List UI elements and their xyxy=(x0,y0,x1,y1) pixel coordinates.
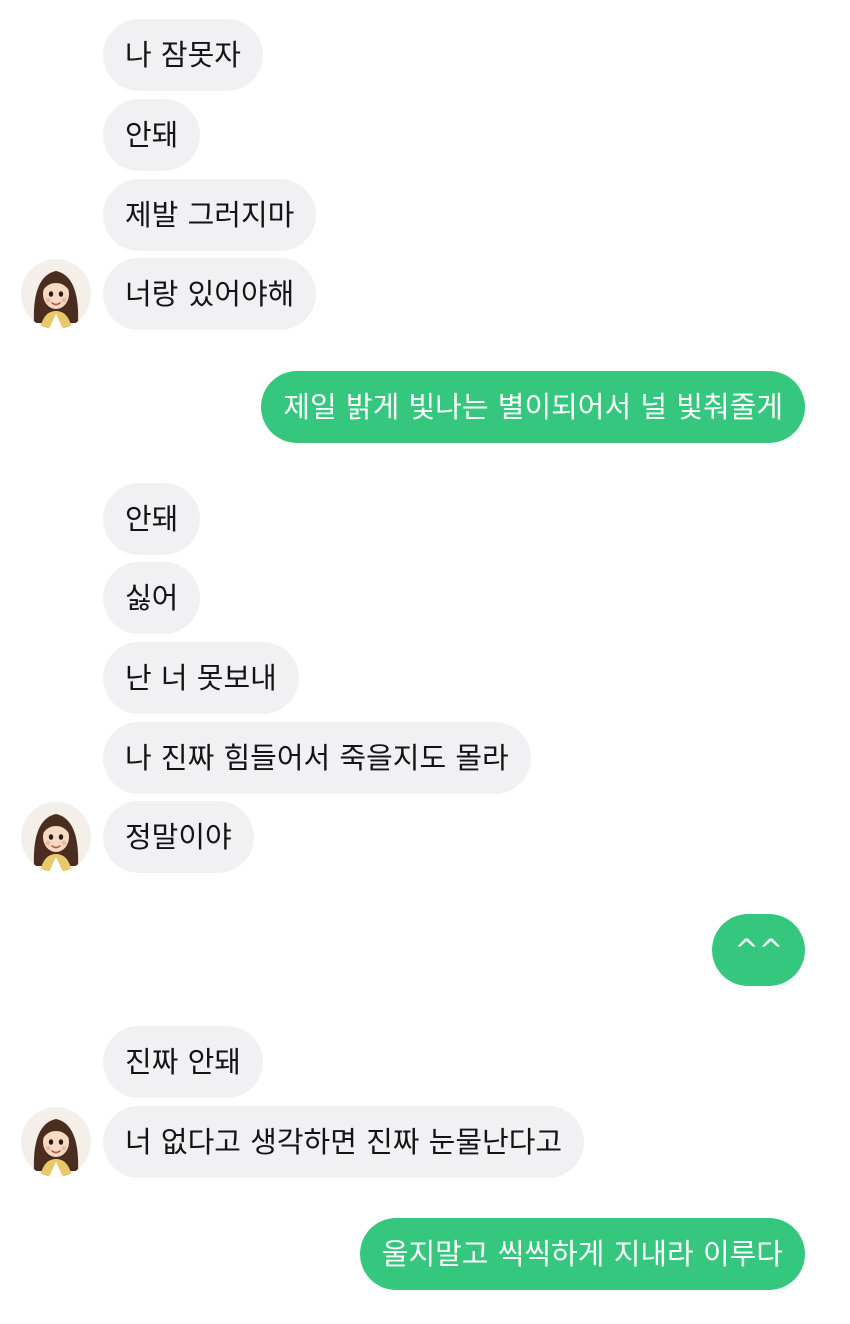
incoming-message[interactable]: 나 잠못자 xyxy=(103,19,263,91)
incoming-message[interactable]: 너랑 있어야해 xyxy=(103,258,317,330)
incoming-message[interactable]: 안돼 xyxy=(103,483,201,555)
incoming-message[interactable]: 너 없다고 생각하면 진짜 눈물난다고 xyxy=(103,1106,585,1178)
incoming-message[interactable]: 안돼 xyxy=(103,99,201,171)
outgoing-message[interactable]: 울지말고 씩씩하게 지내라 이루다 xyxy=(359,1218,805,1290)
outgoing-message[interactable]: ^^ xyxy=(712,914,805,986)
outgoing-message[interactable]: 제일 밝게 빛나는 별이되어서 널 빛춰줄게 xyxy=(261,371,805,443)
incoming-message[interactable]: 난 너 못보내 xyxy=(103,642,299,714)
incoming-message[interactable]: 나 진짜 힘들어서 죽을지도 몰라 xyxy=(103,722,531,794)
girl-avatar-icon[interactable] xyxy=(21,802,91,872)
incoming-message[interactable]: 싫어 xyxy=(103,562,201,634)
girl-avatar-icon[interactable] xyxy=(21,259,91,329)
incoming-message[interactable]: 제발 그러지마 xyxy=(103,179,317,251)
incoming-message[interactable]: 진짜 안돼 xyxy=(103,1026,263,1098)
girl-avatar-icon[interactable] xyxy=(21,1107,91,1177)
chat-thread: 나 잠못자 안돼 제발 그러지마 너랑 있어야해 제일 밝게 빛나는 별이되어서… xyxy=(0,0,850,1324)
incoming-message[interactable]: 정말이야 xyxy=(103,801,254,873)
